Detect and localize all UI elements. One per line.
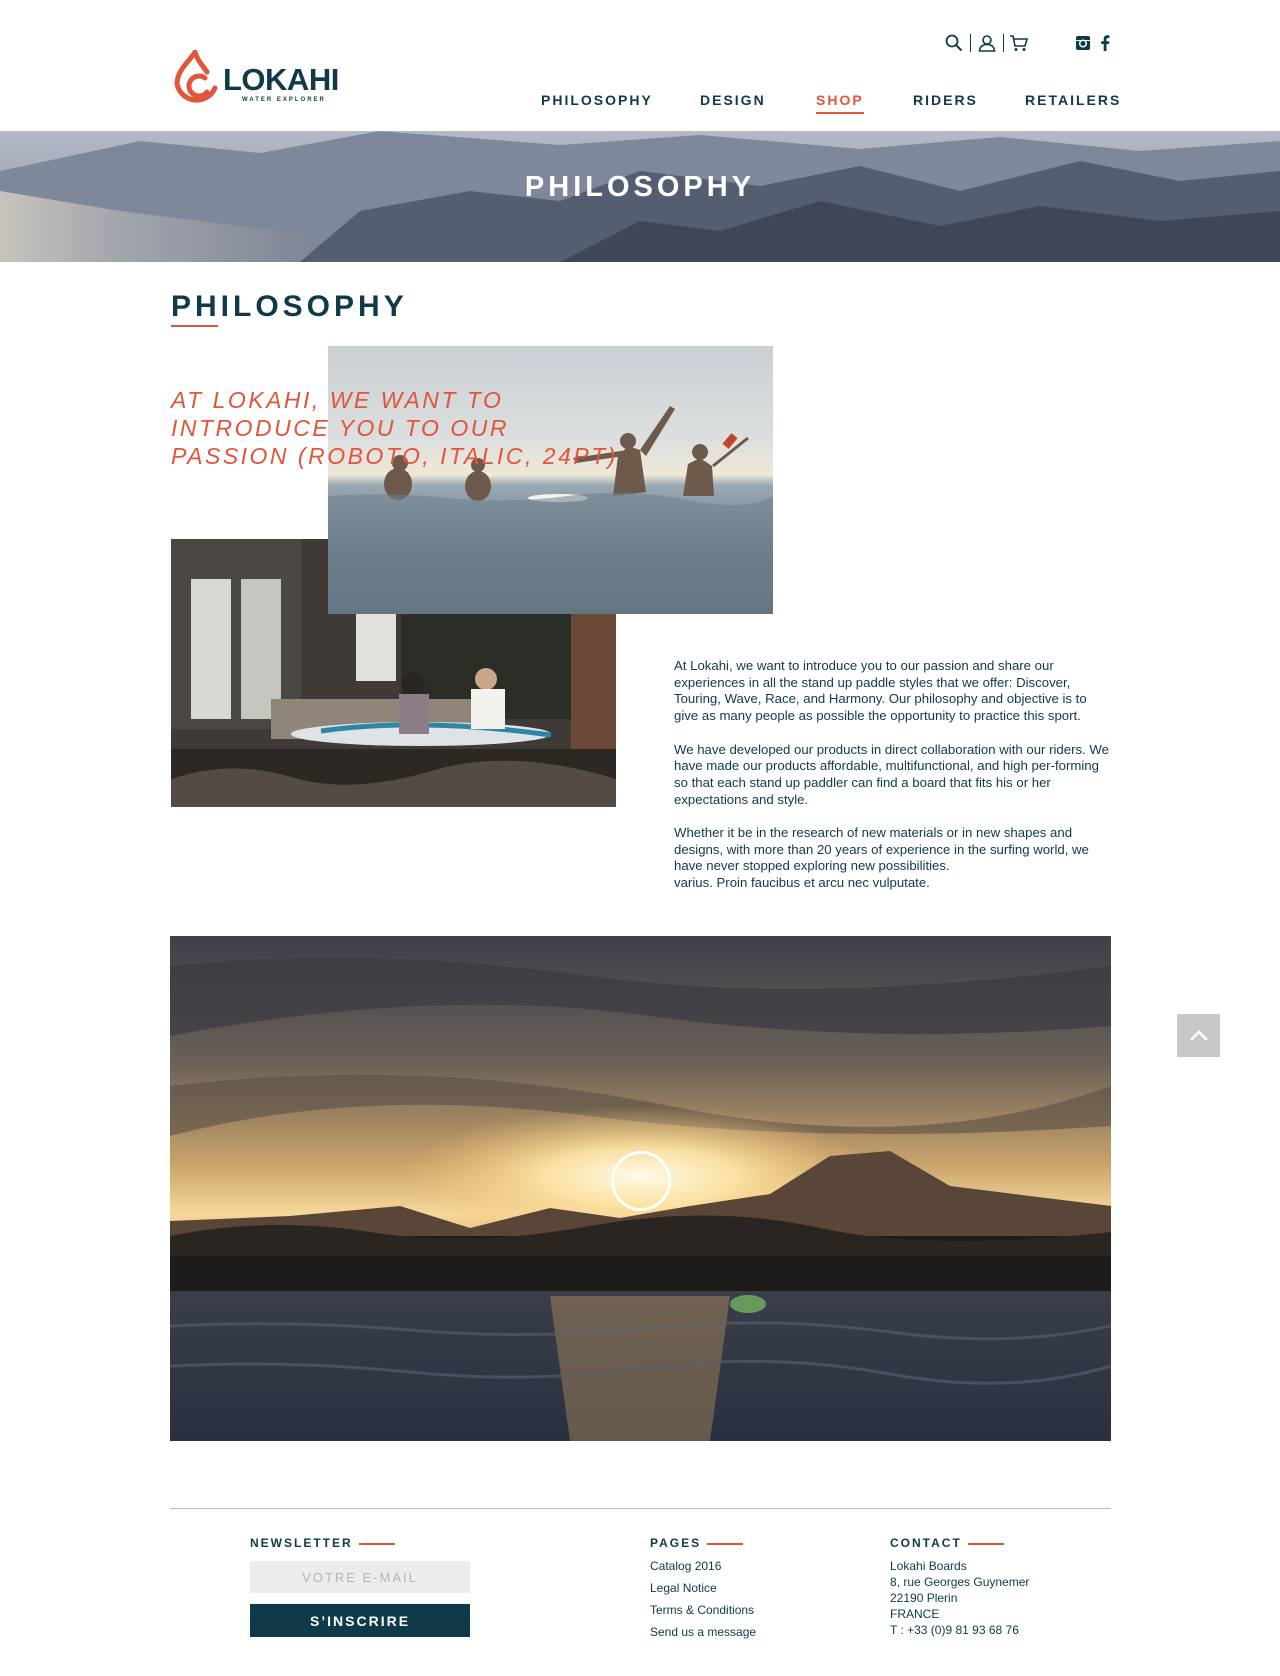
- quote-line: AT LOKAHI, WE WANT TO: [171, 387, 504, 413]
- contact-line: FRANCE: [890, 1607, 940, 1621]
- nav-retailers[interactable]: RETAILERS: [1025, 92, 1121, 108]
- contact-heading-label: CONTACT: [890, 1536, 962, 1550]
- nav-philosophy[interactable]: PHILOSOPHY: [541, 92, 653, 108]
- paragraph: We have developed our products in direct…: [674, 741, 1109, 807]
- footer-link-item: Send us a message: [650, 1621, 756, 1643]
- play-button[interactable]: [611, 1151, 671, 1211]
- footer-link-message[interactable]: Send us a message: [650, 1625, 756, 1639]
- sunset-video[interactable]: [170, 936, 1111, 1441]
- title-underline: [171, 325, 218, 327]
- utility-bar: [944, 32, 1114, 54]
- quote-line: INTRODUCE YOU TO OUR: [171, 415, 509, 441]
- contact-heading: CONTACT: [890, 1536, 1004, 1550]
- site-header: LOKAHI WATER EXPLORER PHILOSOPHY DESIGN …: [0, 0, 1280, 131]
- newsletter-email-input[interactable]: [250, 1561, 470, 1593]
- paragraph: At Lokahi, we want to introduce you to o…: [674, 658, 1087, 724]
- footer-link-item: Catalog 2016: [650, 1555, 756, 1577]
- logo-wordmark: LOKAHI: [223, 62, 339, 97]
- contact-info: Lokahi Boards 8, rue Georges Guynemer 22…: [890, 1558, 1029, 1638]
- heading-accent: [358, 1542, 395, 1545]
- footer-link-terms[interactable]: Terms & Conditions: [650, 1603, 754, 1617]
- footer-link-catalog[interactable]: Catalog 2016: [650, 1559, 721, 1573]
- back-to-top-button[interactable]: [1177, 1014, 1220, 1057]
- newsletter-heading-label: NEWSLETTER: [250, 1536, 353, 1550]
- main-nav: PHILOSOPHY DESIGN SHOP RIDERS RETAILERS: [0, 92, 1280, 122]
- paragraph: Whether it be in the research of new mat…: [674, 825, 1089, 874]
- pages-heading: PAGES: [650, 1536, 744, 1550]
- facebook-icon[interactable]: [1095, 32, 1115, 54]
- footer-divider: [170, 1508, 1111, 1509]
- heading-accent: [967, 1542, 1004, 1545]
- cart-icon[interactable]: [1009, 32, 1029, 54]
- contact-line: 8, rue Georges Guynemer: [890, 1575, 1030, 1589]
- page-title: PHILOSOPHY: [171, 290, 408, 323]
- chevron-up-icon: [1189, 1029, 1208, 1041]
- quote-line: PASSION (ROBOTO, ITALIC, 24PT): [171, 443, 618, 469]
- instagram-icon[interactable]: [1073, 32, 1093, 54]
- subscribe-button[interactable]: S’INSCRIRE: [250, 1604, 470, 1637]
- footer-link-legal[interactable]: Legal Notice: [650, 1581, 717, 1595]
- nav-design[interactable]: DESIGN: [700, 92, 766, 108]
- paragraph: varius. Proin faucibus et arcu nec vulpu…: [674, 875, 930, 891]
- heading-accent: [707, 1542, 744, 1545]
- contact-line: Lokahi Boards: [890, 1559, 967, 1573]
- hero-banner: PHILOSOPHY: [0, 131, 1280, 262]
- footer-pages-list: Catalog 2016 Legal Notice Terms & Condit…: [650, 1555, 756, 1643]
- contact-line: 22190 Plerin: [890, 1591, 958, 1605]
- intro-quote: AT LOKAHI, WE WANT TO INTRODUCE YOU TO O…: [171, 386, 631, 470]
- hero-title: PHILOSOPHY: [524, 171, 756, 203]
- pages-heading-label: PAGES: [650, 1536, 702, 1550]
- divider: [1003, 34, 1004, 52]
- user-icon[interactable]: [977, 32, 997, 54]
- contact-line: T : +33 (0)9 81 93 68 76: [890, 1623, 1019, 1637]
- search-icon[interactable]: [944, 32, 964, 54]
- nav-riders[interactable]: RIDERS: [913, 92, 978, 108]
- footer-link-item: Legal Notice: [650, 1577, 756, 1599]
- philosophy-text: At Lokahi, we want to introduce you to o…: [674, 658, 1114, 909]
- newsletter-heading: NEWSLETTER: [250, 1536, 395, 1550]
- divider: [970, 34, 971, 52]
- footer-link-item: Terms & Conditions: [650, 1599, 756, 1621]
- nav-shop[interactable]: SHOP: [816, 92, 864, 114]
